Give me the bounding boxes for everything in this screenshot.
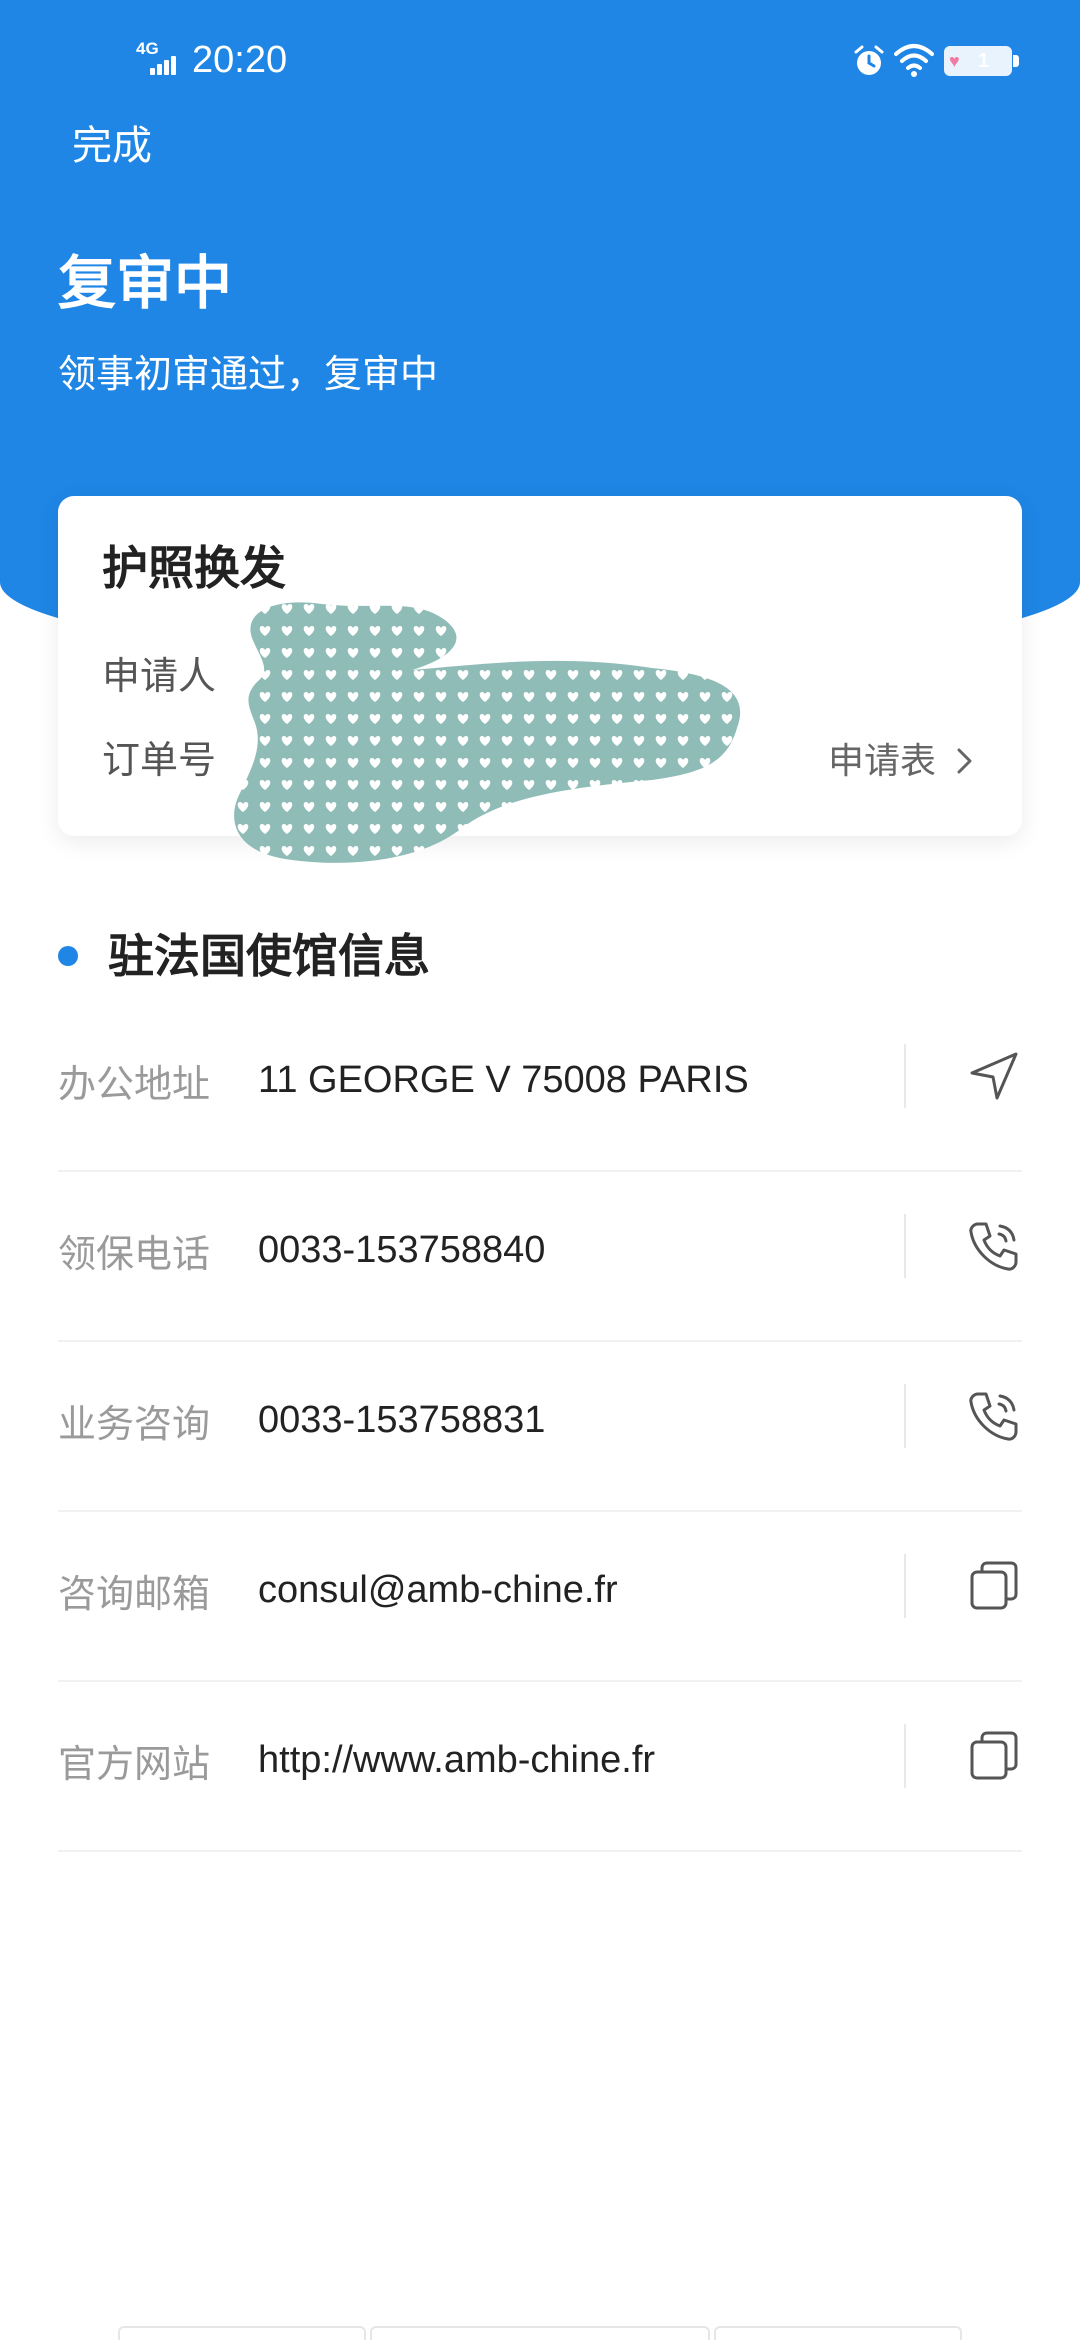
- application-form-link[interactable]: 申请表: [828, 734, 976, 788]
- address-label: 办公地址: [58, 1063, 211, 1106]
- battery-level: 1: [978, 50, 990, 72]
- email-value: consul@amb-chine.fr: [258, 1568, 618, 1611]
- wifi-icon: [894, 44, 934, 77]
- status-bar: 4G 20:20 ♥ 1: [0, 30, 1080, 90]
- status-subtitle: 领事初审通过，复审中: [58, 354, 439, 396]
- divider: [904, 1384, 906, 1448]
- phone-icon[interactable]: [964, 1386, 1024, 1446]
- divider: [904, 1724, 906, 1788]
- website-row: 官方网站 http://www.amb-chine.fr: [58, 1682, 1022, 1852]
- status-time: 20:20: [192, 39, 288, 81]
- section-title: 驻法国使馆信息: [108, 930, 430, 982]
- copy-icon[interactable]: [964, 1726, 1024, 1786]
- business-phone-value: 0033-153758831: [258, 1398, 546, 1441]
- privacy-redaction: [234, 602, 741, 863]
- email-row: 咨询邮箱 consul@amb-chine.fr: [58, 1512, 1022, 1682]
- copy-icon[interactable]: [964, 1556, 1024, 1616]
- consular-phone-row: 领保电话 0033-153758840: [58, 1172, 1022, 1342]
- done-button[interactable]: 完成: [72, 118, 152, 174]
- application-form-label: 申请表: [827, 740, 936, 781]
- address-value: 11 GEORGE V 75008 PARIS: [258, 1058, 749, 1101]
- cell-signal-icon: 4G: [136, 40, 186, 80]
- network-type: 4G: [136, 39, 159, 58]
- page-title: 复审中: [58, 251, 233, 316]
- embassy-section-header: 驻法国使馆信息: [58, 924, 430, 988]
- address-row: 办公地址 11 GEORGE V 75008 PARIS: [58, 1002, 1022, 1172]
- business-phone-label: 业务咨询: [58, 1403, 211, 1446]
- order-number-label: 订单号: [102, 740, 217, 782]
- chevron-right-icon: [957, 748, 972, 774]
- website-value: http://www.amb-chine.fr: [258, 1738, 656, 1781]
- service-title: 护照换发: [102, 542, 286, 594]
- divider: [904, 1044, 906, 1108]
- battery-icon: ♥ 1: [944, 46, 1020, 76]
- phone-icon[interactable]: [964, 1216, 1024, 1276]
- divider: [904, 1214, 906, 1278]
- email-label: 咨询邮箱: [58, 1573, 211, 1616]
- bottom-tab-edges: [0, 2326, 1080, 2340]
- section-dot: [58, 946, 78, 966]
- alarm-icon: [854, 45, 884, 75]
- website-label: 官方网站: [58, 1743, 211, 1786]
- business-phone-row: 业务咨询 0033-153758831: [58, 1342, 1022, 1512]
- consular-phone-label: 领保电话: [58, 1233, 211, 1276]
- consular-phone-value: 0033-153758840: [258, 1228, 546, 1271]
- divider: [904, 1554, 906, 1618]
- applicant-label: 申请人: [102, 656, 217, 698]
- navigate-icon[interactable]: [964, 1046, 1024, 1106]
